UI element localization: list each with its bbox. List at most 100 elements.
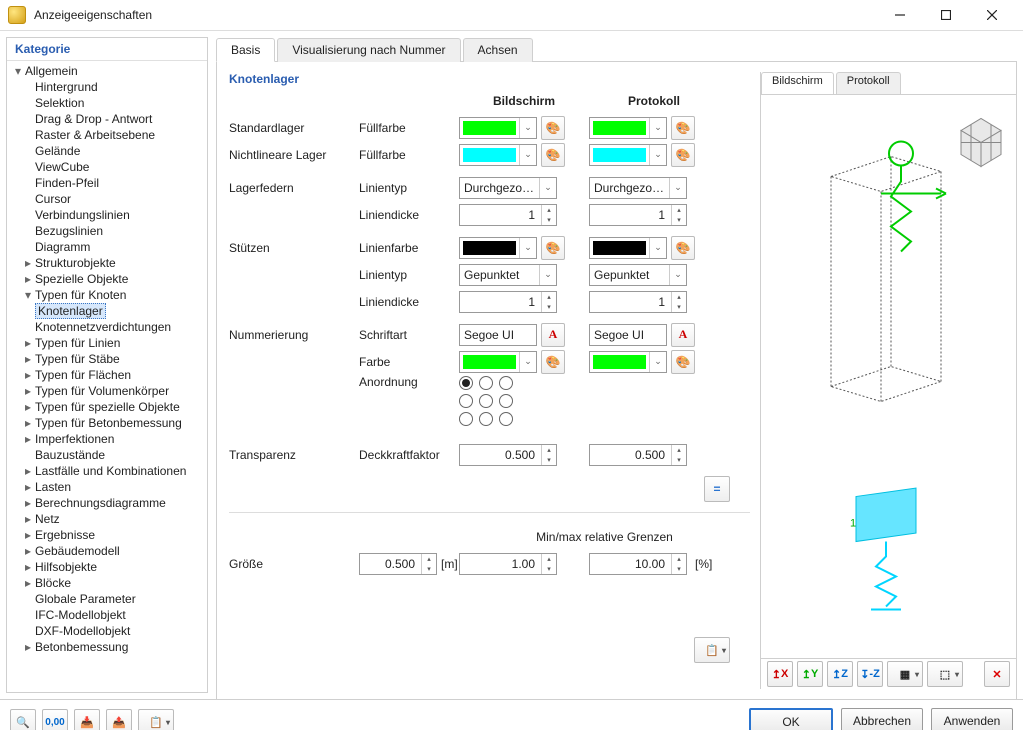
title-bar: Anzeigeeigenschaften	[0, 0, 1023, 31]
tree-item[interactable]: Typen für Betonbemessung	[35, 416, 182, 430]
units-button[interactable]: 0,00	[42, 709, 68, 730]
tree-item[interactable]: Finden-Pfeil	[35, 176, 99, 190]
color-nonlin-screen[interactable]: ⌄	[459, 144, 537, 166]
num-trans-proto[interactable]: 0.500▴▾	[589, 444, 687, 466]
tree-item[interactable]: Netz	[35, 512, 60, 526]
export-button[interactable]: 📤	[106, 709, 132, 730]
copy-settings-button[interactable]: 📋	[694, 637, 730, 663]
tree-item[interactable]: Raster & Arbeitsebene	[35, 128, 155, 142]
color-col-proto[interactable]: ⌄	[589, 237, 667, 259]
tree-item[interactable]: Typen für Volumenkörper	[35, 384, 169, 398]
palette-icon[interactable]: 🎨	[671, 350, 695, 374]
num-springs-lw-screen[interactable]: 1▴▾	[459, 204, 557, 226]
tree-item[interactable]: ViewCube	[35, 160, 89, 174]
color-num-screen[interactable]: ⌄	[459, 351, 537, 373]
axis-x-button[interactable]: ↥X	[767, 661, 793, 687]
tree-item[interactable]: Verbindungslinien	[35, 208, 130, 222]
tree-item[interactable]: Globale Parameter	[35, 592, 136, 606]
tree-item[interactable]: Gelände	[35, 144, 80, 158]
tree-item[interactable]: Blöcke	[35, 576, 71, 590]
apply-button[interactable]: Anwenden	[931, 708, 1013, 730]
tree-item[interactable]: Typen für Flächen	[35, 368, 131, 382]
tree-item[interactable]: Bezugslinien	[35, 224, 103, 238]
sublabel-liniendicke: Liniendicke	[359, 295, 459, 309]
tree-item[interactable]: Hilfsobjekte	[35, 560, 97, 574]
tree-item[interactable]: Spezielle Objekte	[35, 272, 128, 286]
tree-item[interactable]: Knotennetzverdichtungen	[35, 320, 171, 334]
font-icon[interactable]: A	[541, 323, 565, 347]
color-standard-proto[interactable]: ⌄	[589, 117, 667, 139]
num-size-min[interactable]: 1.00▴▾	[459, 553, 557, 575]
perspective-button[interactable]: ⬚	[927, 661, 963, 687]
tree-item[interactable]: Hintergrund	[35, 80, 98, 94]
num-trans-screen[interactable]: 0.500▴▾	[459, 444, 557, 466]
tree-item[interactable]: Gebäudemodell	[35, 544, 120, 558]
minimize-button[interactable]	[877, 0, 923, 30]
color-standard-screen[interactable]: ⌄	[459, 117, 537, 139]
palette-icon[interactable]: 🎨	[671, 116, 695, 140]
preview-canvas[interactable]: 1	[761, 95, 1016, 658]
tab-basis[interactable]: Basis	[216, 38, 275, 62]
palette-icon[interactable]: 🎨	[671, 236, 695, 260]
iso-view-button[interactable]: ▦	[887, 661, 923, 687]
tree-item[interactable]: Diagramm	[35, 240, 90, 254]
palette-icon[interactable]: 🎨	[671, 143, 695, 167]
color-num-proto[interactable]: ⌄	[589, 351, 667, 373]
cancel-button[interactable]: Abbrechen	[841, 708, 923, 730]
tab-achsen[interactable]: Achsen	[463, 38, 533, 62]
color-nonlin-proto[interactable]: ⌄	[589, 144, 667, 166]
tree-item[interactable]: Imperfektionen	[35, 432, 114, 446]
tab-visualisierung[interactable]: Visualisierung nach Nummer	[277, 38, 460, 62]
tree-item[interactable]: Betonbemessung	[35, 640, 128, 654]
tree-item[interactable]: Drag & Drop - Antwort	[35, 112, 152, 126]
font-icon[interactable]: A	[671, 323, 695, 347]
tree-item-allgemein[interactable]: Allgemein	[25, 64, 78, 78]
palette-icon[interactable]: 🎨	[541, 236, 565, 260]
tree-item[interactable]: Berechnungsdiagramme	[35, 496, 166, 510]
tree-item[interactable]: Typen für Stäbe	[35, 352, 120, 366]
combo-font-screen[interactable]: Segoe UI	[459, 324, 537, 346]
combo-font-proto[interactable]: Segoe UI	[589, 324, 667, 346]
tree-item-knotenlager[interactable]: Knotenlager	[35, 303, 106, 319]
palette-icon[interactable]: 🎨	[541, 350, 565, 374]
preview-tab-protokoll[interactable]: Protokoll	[836, 72, 901, 94]
reset-view-button[interactable]: ✕	[984, 661, 1010, 687]
axis-z-button[interactable]: ↥Z	[827, 661, 853, 687]
num-col-lw-proto[interactable]: 1▴▾	[589, 291, 687, 313]
tree-item[interactable]: Lasten	[35, 480, 71, 494]
num-springs-lw-proto[interactable]: 1▴▾	[589, 204, 687, 226]
num-size-max[interactable]: 10.00▴▾	[589, 553, 687, 575]
palette-icon[interactable]: 🎨	[541, 116, 565, 140]
combo-springs-lt-proto[interactable]: Durchgezo…⌄	[589, 177, 687, 199]
tree-item[interactable]: Selektion	[35, 96, 84, 110]
tree-item[interactable]: Bauzustände	[35, 448, 105, 462]
tree-item[interactable]: Ergebnisse	[35, 528, 95, 542]
arrangement-radiogroup[interactable]	[459, 375, 513, 427]
num-size-abs[interactable]: 0.500▴▾	[359, 553, 437, 575]
tree-item[interactable]: Cursor	[35, 192, 71, 206]
tree-item[interactable]: Typen für Knoten	[35, 288, 126, 302]
sync-columns-button[interactable]: =	[704, 476, 730, 502]
tree-item[interactable]: Lastfälle und Kombinationen	[35, 464, 186, 478]
num-col-lw-screen[interactable]: 1▴▾	[459, 291, 557, 313]
tree-item[interactable]: IFC-Modellobjekt	[35, 608, 126, 622]
axis-nz-button[interactable]: ↧-Z	[857, 661, 883, 687]
combo-col-lt-proto[interactable]: Gepunktet⌄	[589, 264, 687, 286]
tree-item[interactable]: DXF-Modellobjekt	[35, 624, 130, 638]
search-button[interactable]: 🔍	[10, 709, 36, 730]
close-button[interactable]	[969, 0, 1015, 30]
ok-button[interactable]: OK	[749, 708, 833, 730]
axis-y-button[interactable]: ↥Y	[797, 661, 823, 687]
maximize-button[interactable]	[923, 0, 969, 30]
tree-item[interactable]: Typen für Linien	[35, 336, 120, 350]
palette-icon[interactable]: 🎨	[541, 143, 565, 167]
import-button[interactable]: 📥	[74, 709, 100, 730]
combo-springs-lt-screen[interactable]: Durchgezo…⌄	[459, 177, 557, 199]
color-col-screen[interactable]: ⌄	[459, 237, 537, 259]
tree-item[interactable]: Strukturobjekte	[35, 256, 116, 270]
tree-item[interactable]: Typen für spezielle Objekte	[35, 400, 180, 414]
more-button[interactable]: 📋	[138, 709, 174, 730]
combo-col-lt-screen[interactable]: Gepunktet⌄	[459, 264, 557, 286]
category-tree[interactable]: ▾Allgemein Hintergrund Selektion Drag & …	[7, 61, 207, 692]
preview-tab-bildschirm[interactable]: Bildschirm	[761, 72, 834, 94]
